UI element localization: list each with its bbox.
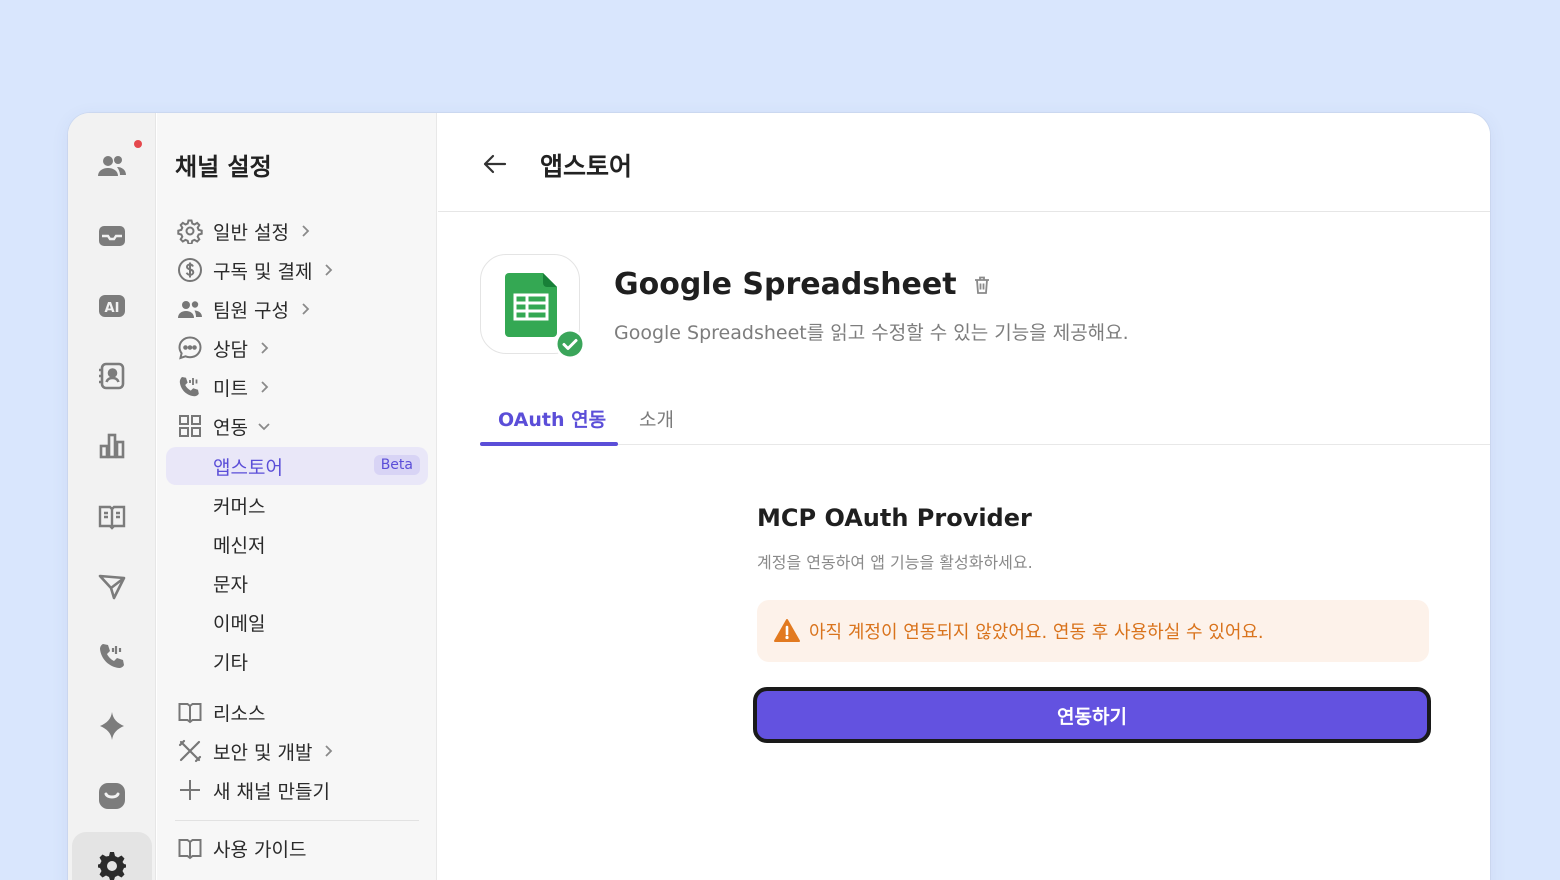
inbox-icon[interactable] (90, 214, 134, 258)
document-icon[interactable] (90, 494, 134, 538)
connect-button[interactable]: 연동하기 (753, 687, 1431, 743)
sidebar-item-appstore[interactable]: 앱스토어 Beta (166, 447, 428, 485)
chevron-right-icon (320, 262, 336, 278)
grid-icon (175, 411, 205, 441)
settings-gear-icon[interactable] (90, 844, 134, 880)
sidebar-item-label: 연동 (213, 416, 248, 439)
back-arrow-icon[interactable] (480, 149, 510, 179)
sidebar-item-label: 상담 (213, 338, 248, 361)
sidebar-item-etc[interactable]: 기타 (166, 642, 428, 680)
tab-oauth[interactable]: OAuth 연동 (498, 391, 606, 445)
oauth-section-title: MCP OAuth Provider (757, 504, 1032, 532)
sidebar-item-email[interactable]: 이메일 (166, 603, 428, 641)
sidebar-item-new-channel[interactable]: 새 채널 만들기 (166, 771, 428, 809)
settings-sidebar: 채널 설정 일반 설정 구독 및 결제 팀원 구성 상담 미트 연동 앱스토어 … (157, 113, 437, 880)
oauth-section-description: 계정을 연동하여 앱 기능을 활성화하세요. (757, 553, 1033, 572)
app-name-text: Google Spreadsheet (614, 267, 957, 302)
sidebar-item-resources[interactable]: 리소스 (166, 693, 428, 731)
chevron-right-icon (320, 743, 336, 759)
sidebar-item-billing[interactable]: 구독 및 결제 (166, 251, 428, 289)
sidebar-item-messenger[interactable]: 메신저 (166, 525, 428, 563)
ai-icon[interactable]: AI (90, 284, 134, 328)
sidebar-title: 채널 설정 (175, 153, 272, 181)
team-icon (175, 294, 205, 324)
spreadsheet-icon (505, 273, 557, 337)
statistics-icon[interactable] (90, 424, 134, 468)
sidebar-item-label: 구독 및 결제 (213, 260, 313, 283)
channel-logo-icon[interactable] (90, 774, 134, 818)
warning-icon (774, 619, 800, 642)
page-header: 앱스토어 (438, 113, 1490, 212)
page-title: 앱스토어 (540, 152, 633, 181)
book-icon (175, 833, 205, 863)
app-name: Google Spreadsheet (614, 267, 993, 302)
sidebar-item-label: 보안 및 개발 (213, 741, 313, 764)
chevron-right-icon (256, 379, 272, 395)
sidebar-item-security[interactable]: 보안 및 개발 (166, 732, 428, 770)
sidebar-item-label: 이메일 (213, 612, 266, 635)
sidebar-item-guide[interactable]: 사용 가이드 (166, 829, 428, 867)
sidebar-item-label: 메신저 (213, 534, 266, 557)
warning-banner: 아직 계정이 연동되지 않았어요. 연동 후 사용하실 수 있어요. (757, 600, 1429, 662)
sidebar-divider (175, 820, 419, 821)
sidebar-item-label: 기타 (213, 651, 248, 674)
sidebar-item-label: 리소스 (213, 702, 266, 725)
notification-dot (134, 140, 142, 148)
beta-badge: Beta (373, 455, 420, 475)
tab-about[interactable]: 소개 (639, 391, 674, 445)
contacts-icon[interactable] (90, 354, 134, 398)
warning-text: 아직 계정이 연동되지 않았어요. 연동 후 사용하실 수 있어요. (809, 622, 1264, 643)
tools-icon (175, 736, 205, 766)
gear-icon (175, 216, 205, 246)
call-icon[interactable] (90, 634, 134, 678)
svg-text:AI: AI (105, 301, 120, 316)
trash-icon[interactable] (971, 274, 993, 296)
sidebar-item-label: 앱스토어 (213, 456, 283, 479)
app-description: Google Spreadsheet를 읽고 수정할 수 있는 기능을 제공해요… (614, 322, 1129, 344)
phone-icon (175, 372, 205, 402)
sidebar-item-team[interactable]: 팀원 구성 (166, 290, 428, 328)
send-icon[interactable] (90, 564, 134, 608)
icon-rail: AI (68, 113, 156, 880)
sidebar-item-label: 사용 가이드 (213, 838, 307, 861)
sidebar-item-sms[interactable]: 문자 (166, 564, 428, 602)
sidebar-item-label: 문자 (213, 573, 248, 596)
sidebar-item-meet[interactable]: 미트 (166, 368, 428, 406)
sidebar-item-label: 커머스 (213, 495, 266, 518)
google-sheets-logo (480, 254, 585, 359)
chevron-right-icon (297, 223, 313, 239)
chevron-right-icon (256, 340, 272, 356)
sidebar-item-integrations[interactable]: 연동 (166, 407, 428, 445)
tab-bar: OAuth 연동 소개 (480, 391, 1490, 446)
sidebar-item-label: 미트 (213, 377, 248, 400)
plus-icon (175, 775, 205, 805)
sidebar-item-label: 팀원 구성 (213, 299, 289, 322)
sidebar-item-commerce[interactable]: 커머스 (166, 486, 428, 524)
chevron-right-icon (297, 301, 313, 317)
team-chat-icon[interactable] (90, 144, 134, 188)
active-tab-indicator (480, 442, 618, 446)
app-window: AI 채널 설정 일반 설정 구독 및 결제 팀원 구성 상담 미트 연동 앱스… (68, 113, 1490, 880)
dollar-icon (175, 255, 205, 285)
sidebar-item-label: 새 채널 만들기 (213, 780, 330, 803)
main-content: 앱스토어 Google Spreadsheet Google Spreadshe… (438, 113, 1490, 880)
sidebar-item-general[interactable]: 일반 설정 (166, 212, 428, 250)
verified-check-icon (555, 329, 585, 359)
chevron-down-icon (256, 418, 272, 434)
chat-icon (175, 333, 205, 363)
sidebar-item-consult[interactable]: 상담 (166, 329, 428, 367)
book-icon (175, 697, 205, 727)
sparkle-icon[interactable] (90, 704, 134, 748)
sidebar-item-label: 일반 설정 (213, 221, 289, 244)
